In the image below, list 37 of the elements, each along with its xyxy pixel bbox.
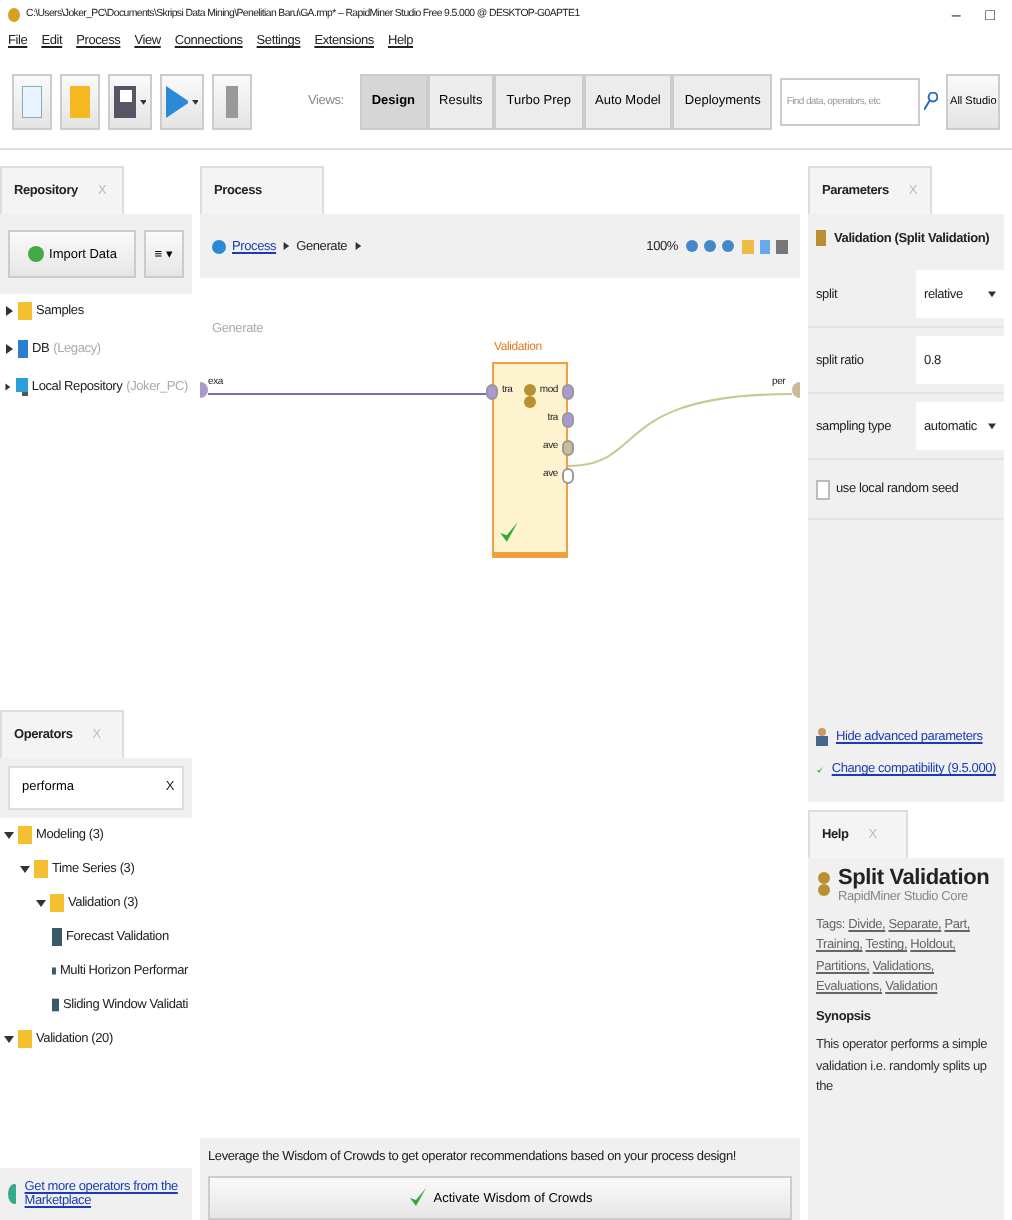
toolbar-icons-drawing [684,237,788,255]
caret-icon[interactable] [4,344,14,354]
caret-icon[interactable] [988,422,996,430]
floppy-icon [114,85,136,117]
monitor-icon [15,378,28,396]
caret-icon[interactable] [20,863,30,874]
folder-icon [70,85,90,117]
save-button[interactable] [108,73,153,129]
run-button[interactable] [160,73,205,129]
person-icon [816,727,828,746]
document-icon [22,85,42,117]
caret-icon[interactable] [4,306,14,316]
caret-icon[interactable] [191,97,199,105]
folder-icon [18,302,32,320]
help-heading: Split Validation [838,865,990,890]
search-icon [924,92,939,110]
caret-icon[interactable] [139,97,147,105]
app-icon [8,7,20,21]
caret-icon[interactable] [36,897,46,908]
checkmark-icon [407,1188,428,1208]
database-icon [18,340,28,358]
folder-icon [18,1029,32,1048]
checkbox[interactable] [816,479,830,499]
stop-icon [226,85,239,117]
chevron-icon[interactable] [353,242,362,250]
stop-button[interactable] [212,73,253,129]
caret-icon[interactable] [988,290,996,298]
minimize-button[interactable]: – [942,5,970,23]
port-icon [792,382,800,398]
chevron-icon[interactable] [282,242,291,250]
info-icon [212,239,226,253]
port-icon [486,384,498,400]
caret-icon[interactable] [4,829,14,840]
play-icon [166,85,188,117]
port-icon [200,382,208,398]
maximize-button[interactable]: □ [976,5,1004,23]
caret-icon[interactable] [4,1033,14,1044]
